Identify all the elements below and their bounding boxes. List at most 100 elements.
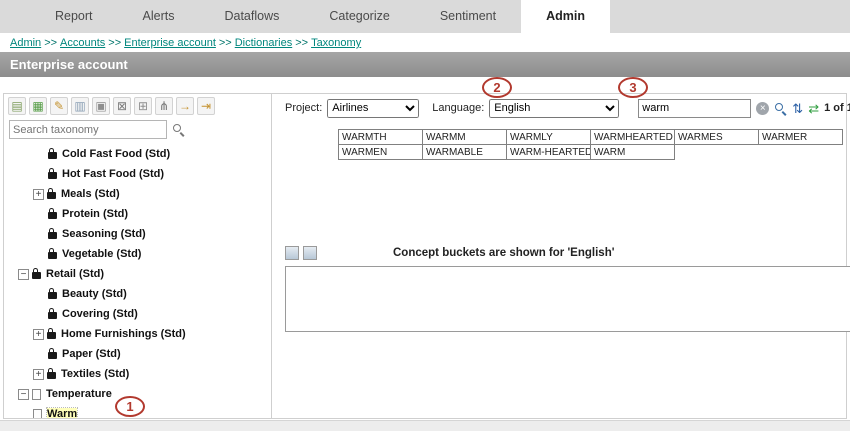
- word-cell[interactable]: WARM: [590, 144, 675, 160]
- word-cell[interactable]: WARMER: [758, 129, 843, 145]
- tree-item-label: Vegetable (Std): [62, 248, 141, 260]
- concept-panel: Project: Airlines Language: English × ⇅ …: [272, 94, 850, 418]
- refresh-icon[interactable]: ⇄: [808, 102, 819, 115]
- tree-item-label: Beauty (Std): [62, 288, 127, 300]
- new-document-icon[interactable]: ▥: [71, 97, 89, 115]
- tree-item-label: Temperature: [46, 388, 112, 400]
- lock-icon: [48, 352, 57, 359]
- clear-search-icon[interactable]: ×: [756, 102, 769, 115]
- copy-icon[interactable]: ⊞: [134, 97, 152, 115]
- new-taxonomy-icon[interactable]: ▤: [8, 97, 26, 115]
- tab-alerts[interactable]: Alerts: [118, 0, 200, 33]
- word-cell[interactable]: WARMABLE: [422, 144, 507, 160]
- expand-icon[interactable]: +: [33, 329, 44, 340]
- export-icon[interactable]: ⇥: [197, 97, 215, 115]
- word-cell[interactable]: WARMES: [674, 129, 759, 145]
- word-cell[interactable]: WARMHEARTED: [590, 129, 675, 145]
- document-icon: [33, 409, 42, 419]
- delete-icon[interactable]: ⊠: [113, 97, 131, 115]
- tree-item-label: Covering (Std): [62, 308, 138, 320]
- page: ReportAlertsDataflowsCategorizeSentiment…: [0, 0, 850, 431]
- project-select[interactable]: Airlines: [327, 99, 419, 118]
- tab-report[interactable]: Report: [30, 0, 118, 33]
- word-cell[interactable]: WARMM: [422, 129, 507, 145]
- tree-item-warm[interactable]: Warm: [4, 404, 271, 418]
- breadcrumb-link-enterprise-account[interactable]: Enterprise account: [124, 37, 216, 49]
- taxonomy-search-input[interactable]: [9, 120, 167, 139]
- breadcrumb-link-dictionaries[interactable]: Dictionaries: [235, 37, 292, 49]
- breadcrumb-separator: >>: [295, 37, 308, 49]
- tree-item-protein-std[interactable]: Protein (Std): [4, 204, 271, 224]
- concept-copy-icon[interactable]: [303, 246, 317, 260]
- concept-save-icon[interactable]: [285, 246, 299, 260]
- breadcrumb: Admin>>Accounts>>Enterprise account>>Dic…: [0, 33, 850, 52]
- expand-icon[interactable]: +: [33, 189, 44, 200]
- word-cell[interactable]: WARMTH: [338, 129, 423, 145]
- tab-admin[interactable]: Admin: [521, 0, 610, 33]
- tab-categorize[interactable]: Categorize: [304, 0, 414, 33]
- word-cell[interactable]: WARMEN: [338, 144, 423, 160]
- tree-item-covering-std[interactable]: Covering (Std): [4, 304, 271, 324]
- tree-item-vegetable-std[interactable]: Vegetable (Std): [4, 244, 271, 264]
- lock-icon: [47, 332, 56, 339]
- breadcrumb-separator: >>: [108, 37, 121, 49]
- language-select[interactable]: English: [489, 99, 619, 118]
- add-category-icon[interactable]: ▦: [29, 97, 47, 115]
- tab-dataflows[interactable]: Dataflows: [199, 0, 304, 33]
- project-label: Project:: [285, 102, 322, 114]
- tree-item-label: Protein (Std): [62, 208, 128, 220]
- lock-icon: [48, 252, 57, 259]
- top-nav: ReportAlertsDataflowsCategorizeSentiment…: [0, 0, 850, 33]
- import-icon[interactable]: →: [176, 97, 194, 115]
- tree-item-label: Paper (Std): [62, 348, 121, 360]
- collapse-icon[interactable]: −: [18, 389, 29, 400]
- concept-bucket-box[interactable]: [285, 266, 850, 332]
- search-icon[interactable]: [172, 123, 185, 136]
- taxonomy-panel: ▤▦✎▥▣⊠⊞⋔→⇥ Cold Fast Food (Std)Hot Fast …: [4, 94, 272, 418]
- page-info: 1 of 1: [824, 102, 850, 114]
- paste-icon[interactable]: ▣: [92, 97, 110, 115]
- lock-icon: [48, 212, 57, 219]
- expand-icon[interactable]: +: [33, 369, 44, 380]
- concept-toolbar: Project: Airlines Language: English × ⇅ …: [272, 94, 850, 121]
- word-cell[interactable]: WARM-HEARTED: [506, 144, 591, 160]
- breadcrumb-link-accounts[interactable]: Accounts: [60, 37, 105, 49]
- word-cell[interactable]: WARMLY: [506, 129, 591, 145]
- tree-item-label: Textiles (Std): [61, 368, 129, 380]
- taxonomy-search-row: [4, 118, 271, 141]
- word-table: WARMTHWARMMWARMLYWARMHEARTEDWARMESWARMER…: [338, 129, 850, 160]
- collapse-icon[interactable]: −: [18, 269, 29, 280]
- word-row: WARMENWARMABLEWARM-HEARTEDWARM: [338, 144, 850, 160]
- tree-item-beauty-std[interactable]: Beauty (Std): [4, 284, 271, 304]
- tree-item-cold-fast-food-std[interactable]: Cold Fast Food (Std): [4, 144, 271, 164]
- lock-icon: [48, 172, 57, 179]
- word-row: WARMTHWARMMWARMLYWARMHEARTEDWARMESWARMER: [338, 129, 850, 145]
- tree-item-hot-fast-food-std[interactable]: Hot Fast Food (Std): [4, 164, 271, 184]
- lock-icon: [48, 152, 57, 159]
- tree-item-temperature[interactable]: − Temperature: [4, 384, 271, 404]
- search-words-icon[interactable]: [774, 102, 787, 115]
- tab-sentiment[interactable]: Sentiment: [415, 0, 521, 33]
- taxonomy-toolbar: ▤▦✎▥▣⊠⊞⋔→⇥: [4, 94, 271, 118]
- concept-note: Concept buckets are shown for 'English': [393, 247, 614, 259]
- sort-icon[interactable]: ⇅: [792, 102, 803, 115]
- tree-item-seasoning-std[interactable]: Seasoning (Std): [4, 224, 271, 244]
- tree-item-textiles-std[interactable]: + Textiles (Std): [4, 364, 271, 384]
- lock-icon: [47, 192, 56, 199]
- breadcrumb-separator: >>: [219, 37, 232, 49]
- tree-item-label: Warm: [47, 408, 77, 418]
- language-label: Language:: [432, 102, 484, 114]
- page-title: Enterprise account: [10, 57, 128, 72]
- word-search-input[interactable]: [638, 99, 751, 118]
- tree-item-label: Seasoning (Std): [62, 228, 146, 240]
- tree-item-meals-std[interactable]: +Meals (Std): [4, 184, 271, 204]
- edit-category-icon[interactable]: ✎: [50, 97, 68, 115]
- breadcrumb-link-taxonomy[interactable]: Taxonomy: [311, 37, 361, 49]
- hierarchy-icon[interactable]: ⋔: [155, 97, 173, 115]
- tree-item-home-furnishings-std[interactable]: +Home Furnishings (Std): [4, 324, 271, 344]
- tree-item-retail-std[interactable]: −Retail (Std): [4, 264, 271, 284]
- page-header: Enterprise account: [0, 52, 850, 77]
- tree-item-paper-std[interactable]: Paper (Std): [4, 344, 271, 364]
- breadcrumb-link-admin[interactable]: Admin: [10, 37, 41, 49]
- taxonomy-tree: Cold Fast Food (Std)Hot Fast Food (Std)+…: [4, 141, 271, 418]
